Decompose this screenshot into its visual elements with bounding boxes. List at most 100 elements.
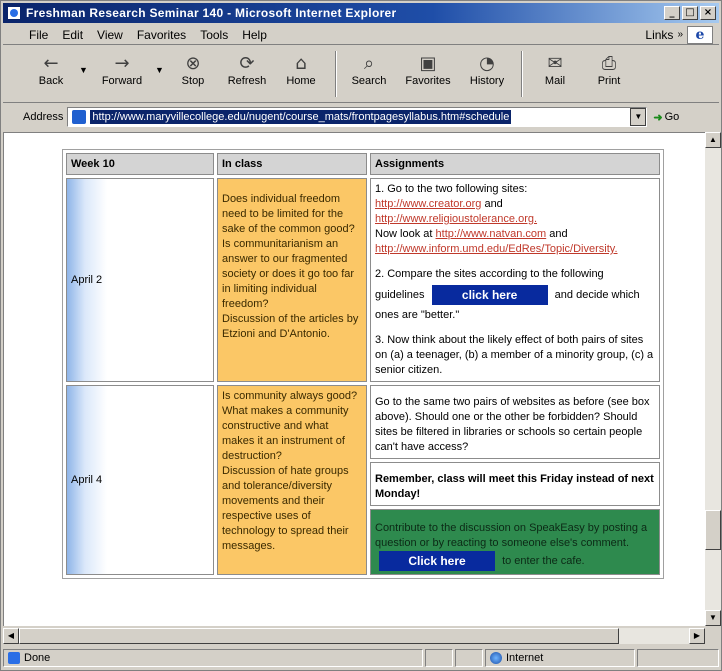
speakeasy-end: to enter the cafe. — [502, 554, 585, 567]
back-button[interactable]: ← Back — [25, 47, 77, 88]
assignment-text: Go to the same two pairs of websites as … — [375, 396, 650, 453]
table-header-row: Week 10 In class Assignments — [66, 153, 660, 175]
home-icon: ⌂ — [295, 52, 307, 74]
page-content: Week 10 In class Assignments April 2 Doe… — [3, 132, 705, 626]
stop-icon: ⊗ — [185, 52, 201, 74]
go-button[interactable]: ➜ Go — [653, 111, 679, 124]
guidelines-click-here-button[interactable]: click here — [431, 285, 548, 306]
speakeasy-intro: Contribute to the discussion on SpeakEas… — [375, 522, 648, 549]
horizontal-scrollbar[interactable]: ◀ ▶ — [3, 628, 705, 644]
favorites-icon: ▣ — [419, 52, 437, 74]
go-arrow-icon: ➜ — [653, 111, 663, 124]
step-2-guidelines: guidelines — [375, 289, 425, 301]
assignment-cell: Go to the same two pairs of websites as … — [370, 385, 660, 459]
title-bar[interactable]: Freshman Research Seminar 140 - Microsof… — [3, 3, 719, 23]
status-message: Done — [3, 649, 423, 667]
address-input[interactable]: http://www.maryvillecollege.edu/nugent/c… — [67, 107, 648, 127]
in-class-question: Is community always good? — [222, 390, 358, 402]
minimize-button[interactable]: _ — [664, 6, 680, 20]
address-dropdown-icon[interactable]: ▼ — [630, 108, 647, 126]
scroll-right-icon[interactable]: ▶ — [689, 628, 705, 644]
forward-button[interactable]: → Forward — [91, 47, 153, 88]
back-dropdown-icon[interactable]: ▼ — [79, 47, 91, 75]
toolbar-separator — [521, 51, 523, 97]
address-label: Address — [23, 111, 64, 123]
home-button[interactable]: ⌂ Home — [275, 47, 327, 88]
favorites-button[interactable]: ▣ Favorites — [397, 47, 459, 88]
step-2-text: 2. Compare the sites according to the fo… — [375, 268, 604, 280]
toolbar-separator — [335, 51, 337, 97]
mail-label: Mail — [544, 75, 566, 87]
header-assignments: Assignments — [370, 153, 660, 175]
date-april-4: April 4 — [71, 474, 103, 486]
links-toolbar[interactable]: Links » e — [645, 25, 719, 44]
search-button[interactable]: ⌕ Search — [343, 47, 395, 88]
assignment-step-2: 2. Compare the sites according to the fo… — [375, 267, 655, 323]
schedule-table: Week 10 In class Assignments April 2 Doe… — [62, 149, 664, 579]
status-text: Done — [24, 652, 51, 664]
zone-text: Internet — [506, 652, 544, 664]
favorites-label: Favorites — [405, 75, 451, 87]
link-natvan[interactable]: http://www.natvan.com — [436, 228, 547, 240]
scroll-down-icon[interactable]: ▼ — [705, 610, 721, 626]
menu-help[interactable]: Help — [235, 28, 274, 42]
date-cell: April 4 — [66, 385, 214, 575]
header-week: Week 10 — [66, 153, 214, 175]
scroll-left-icon[interactable]: ◀ — [3, 628, 19, 644]
status-resize-grip[interactable] — [637, 649, 719, 667]
chevron-right-icon: » — [677, 29, 683, 40]
in-class-cell: Does individual freedom need to be limit… — [217, 178, 367, 382]
assignment-step-3: 3. Now think about the likely effect of … — [375, 334, 654, 376]
go-label: Go — [664, 111, 680, 123]
horizontal-scroll-thumb[interactable] — [19, 628, 619, 644]
print-button[interactable]: ⎙ Print — [583, 47, 635, 88]
and-text: and — [546, 228, 568, 240]
page-icon — [72, 110, 87, 124]
address-url[interactable]: http://www.maryvillecollege.edu/nugent/c… — [90, 110, 512, 124]
link-creator[interactable]: http://www.creator.org — [375, 198, 481, 210]
vertical-scroll-thumb[interactable] — [705, 510, 721, 550]
menu-file[interactable]: File — [3, 28, 55, 42]
back-arrow-icon: ← — [43, 52, 59, 74]
now-look-text: Now look at — [375, 228, 436, 240]
in-class-question: Is communitarianism an answer to our fra… — [222, 238, 355, 310]
back-label: Back — [38, 75, 64, 87]
menu-favorites[interactable]: Favorites — [130, 28, 193, 42]
stop-button[interactable]: ⊗ Stop — [167, 47, 219, 88]
link-diversity[interactable]: http://www.inform.umd.edu/EdRes/Topic/Di… — [375, 243, 618, 255]
mail-button[interactable]: ✉ Mail — [529, 47, 581, 88]
print-icon: ⎙ — [601, 52, 617, 74]
menu-edit[interactable]: Edit — [55, 28, 90, 42]
maximize-button[interactable]: □ — [682, 6, 698, 20]
search-icon: ⌕ — [363, 52, 375, 74]
history-icon: ◔ — [479, 52, 495, 74]
status-zone: Internet — [485, 649, 635, 667]
date-april-2: April 2 — [71, 274, 103, 286]
menu-tools[interactable]: Tools — [193, 28, 235, 42]
link-religioustolerance[interactable]: http://www.religioustolerance.org. — [375, 213, 537, 225]
search-label: Search — [351, 75, 387, 87]
menu-view[interactable]: View — [90, 28, 130, 42]
close-button[interactable]: × — [700, 6, 716, 20]
scroll-up-icon[interactable]: ▲ — [705, 132, 721, 148]
table-row: April 4 Is community always good? What m… — [66, 385, 660, 575]
history-button[interactable]: ◔ History — [461, 47, 513, 88]
status-bar: Done Internet — [3, 647, 719, 669]
reminder-text: Remember, class will meet this Friday in… — [375, 473, 654, 500]
header-in-class: In class — [217, 153, 367, 175]
browser-window: Freshman Research Seminar 140 - Microsof… — [0, 0, 722, 671]
assignment-cell: 1. Go to the two following sites: http:/… — [370, 178, 660, 382]
history-label: History — [469, 75, 505, 87]
in-class-cell: Is community always good? What makes a c… — [217, 385, 367, 575]
internet-zone-icon — [490, 652, 502, 664]
vertical-scrollbar[interactable]: ▲ ▼ — [705, 132, 721, 626]
refresh-button[interactable]: ⟳ Refresh — [221, 47, 273, 88]
forward-dropdown-icon[interactable]: ▼ — [155, 47, 167, 75]
ie-page-icon — [7, 6, 21, 20]
page-done-icon — [8, 652, 20, 664]
step-1-intro: 1. Go to the two following sites: — [375, 183, 528, 195]
date-cell: April 2 — [66, 178, 214, 382]
in-class-discussion: Discussion of the articles by Etzioni an… — [222, 313, 359, 340]
speakeasy-click-here-button[interactable]: Click here — [379, 551, 495, 571]
mail-icon: ✉ — [547, 52, 563, 74]
